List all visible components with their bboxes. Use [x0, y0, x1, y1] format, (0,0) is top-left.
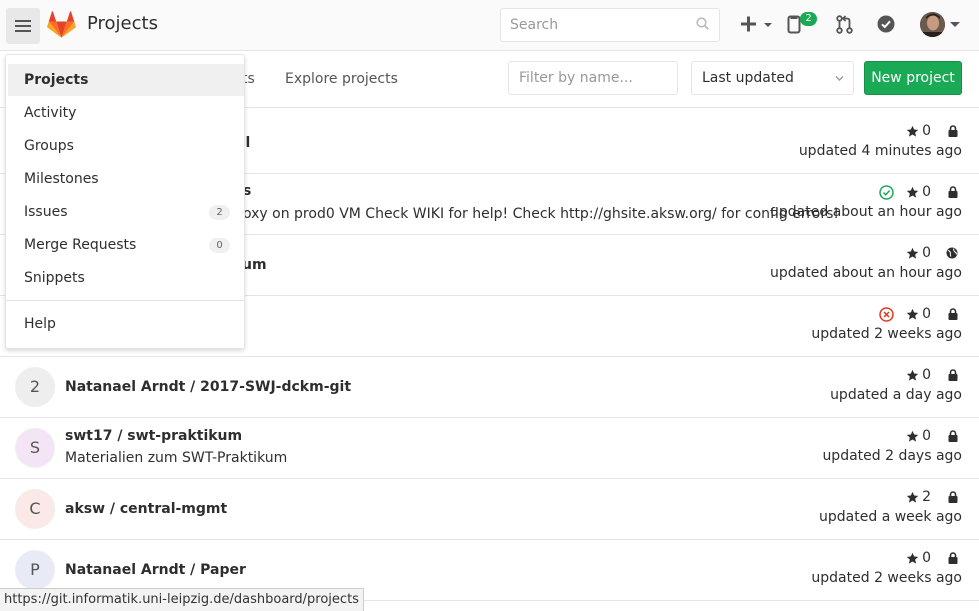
menu-item-activity[interactable]: Activity [8, 97, 244, 129]
menu-item-groups[interactable]: Groups [8, 130, 244, 162]
project-name-link[interactable]: aksw / central-mgmt [65, 501, 227, 517]
globe-icon [946, 247, 958, 259]
menu-item-merge-requests[interactable]: Merge Requests 0 [8, 229, 244, 261]
menu-item-label: Groups [24, 138, 74, 154]
star-icon [906, 369, 919, 381]
project-row[interactable]: S swt17 / swt-praktikum Materialien zum … [0, 418, 979, 479]
lock-icon [948, 308, 958, 320]
project-name-link[interactable]: um [242, 257, 267, 273]
menu-item-label: Snippets [24, 270, 85, 286]
star-icon [906, 186, 919, 198]
menu-item-label: Issues [24, 204, 68, 220]
project-description: Materialien zum SWT-Praktikum [65, 450, 288, 466]
updated-time: updated 4 minutes ago [798, 143, 962, 159]
page-title: Projects [87, 13, 158, 34]
issues-button[interactable] [877, 15, 895, 37]
todo-count-badge: 2 [800, 12, 817, 26]
lock-icon [948, 491, 958, 503]
user-avatar-icon [920, 12, 945, 37]
updated-time: updated 2 weeks ago [811, 326, 962, 342]
pipeline-success-icon[interactable] [879, 185, 894, 200]
star-count: 0 [906, 245, 931, 261]
star-count: 2 [906, 489, 931, 505]
project-name-link[interactable]: Natanael Arndt / 2017-SWJ-dckm-git [65, 379, 351, 395]
new-project-button[interactable]: New project [864, 61, 962, 95]
project-avatar: 2 [15, 367, 55, 407]
menu-item-label: Merge Requests [24, 237, 137, 253]
menu-item-help[interactable]: Help [8, 308, 244, 340]
project-name-link[interactable]: Natanael Arndt / Paper [65, 562, 246, 578]
filter-by-name-input[interactable] [508, 61, 678, 95]
star-count: 0 [906, 306, 931, 322]
project-description: oxy on prod0 VM Check WIKI for help! Che… [243, 206, 839, 222]
menu-item-milestones[interactable]: Milestones [8, 163, 244, 195]
star-count: 0 [906, 184, 931, 200]
star-icon [906, 552, 919, 564]
tab-explore-projects[interactable]: Explore projects [285, 71, 398, 87]
chevron-down-icon[interactable] [950, 22, 960, 28]
star-count: 0 [906, 550, 931, 566]
gitlab-logo-icon[interactable] [47, 11, 76, 38]
project-row[interactable]: 2 Natanael Arndt / 2017-SWJ-dckm-git 0 u… [0, 357, 979, 418]
browser-status-url: https://git.informatik.uni-leipzig.de/da… [0, 588, 364, 611]
star-icon [906, 430, 919, 442]
project-row[interactable]: C aksw / central-mgmt 2 updated a week a… [0, 479, 979, 540]
lock-icon [948, 186, 958, 198]
new-item-dropdown-button[interactable] [740, 15, 774, 37]
merge-requests-count-badge: 0 [209, 238, 230, 253]
lock-icon [948, 125, 958, 137]
issues-count-badge: 2 [209, 205, 230, 220]
project-avatar: C [15, 489, 55, 529]
lock-icon [948, 430, 958, 442]
top-navbar: Projects 2 [0, 0, 979, 51]
project-avatar: P [15, 550, 55, 590]
star-count: 0 [906, 123, 931, 139]
menu-item-projects[interactable]: Projects [8, 64, 244, 96]
check-circle-icon [877, 15, 895, 33]
project-name-link[interactable]: swt17 / swt-praktikum [65, 428, 242, 444]
merge-requests-button[interactable] [836, 15, 853, 38]
menu-item-issues[interactable]: Issues 2 [8, 196, 244, 228]
menu-hamburger-button[interactable] [6, 8, 40, 44]
star-count: 0 [906, 367, 931, 383]
project-avatar: S [15, 428, 55, 468]
lock-icon [948, 369, 958, 381]
updated-time: updated a day ago [830, 387, 962, 403]
star-count: 0 [906, 428, 931, 444]
star-icon [906, 125, 919, 137]
sort-dropdown[interactable]: Last updated [691, 61, 854, 95]
search-input[interactable] [500, 8, 720, 42]
lock-icon [948, 552, 958, 564]
dashboard-dropdown-menu: Projects Activity Groups Milestones Issu… [5, 54, 245, 349]
chevron-down-icon [835, 76, 844, 81]
sort-dropdown-label: Last updated [702, 70, 794, 86]
search-icon [696, 17, 709, 30]
updated-time: updated 2 weeks ago [811, 570, 962, 586]
menu-item-label: Projects [24, 72, 89, 88]
user-avatar[interactable] [920, 12, 945, 37]
merge-request-icon [836, 15, 853, 34]
menu-item-label: Milestones [24, 171, 99, 187]
pipeline-failed-icon[interactable] [879, 307, 894, 322]
menu-item-label: Help [24, 316, 56, 332]
updated-time: updated about an hour ago [770, 265, 962, 281]
star-icon [906, 247, 919, 259]
hamburger-icon [15, 20, 31, 32]
menu-item-snippets[interactable]: Snippets [8, 262, 244, 294]
updated-time: updated about an hour ago [770, 204, 962, 220]
star-icon [906, 308, 919, 320]
updated-time: updated a week ago [819, 509, 962, 525]
star-icon [906, 491, 919, 503]
menu-divider [6, 300, 244, 301]
menu-item-label: Activity [24, 105, 77, 121]
plus-icon [741, 16, 772, 32]
updated-time: updated 2 days ago [822, 448, 962, 464]
